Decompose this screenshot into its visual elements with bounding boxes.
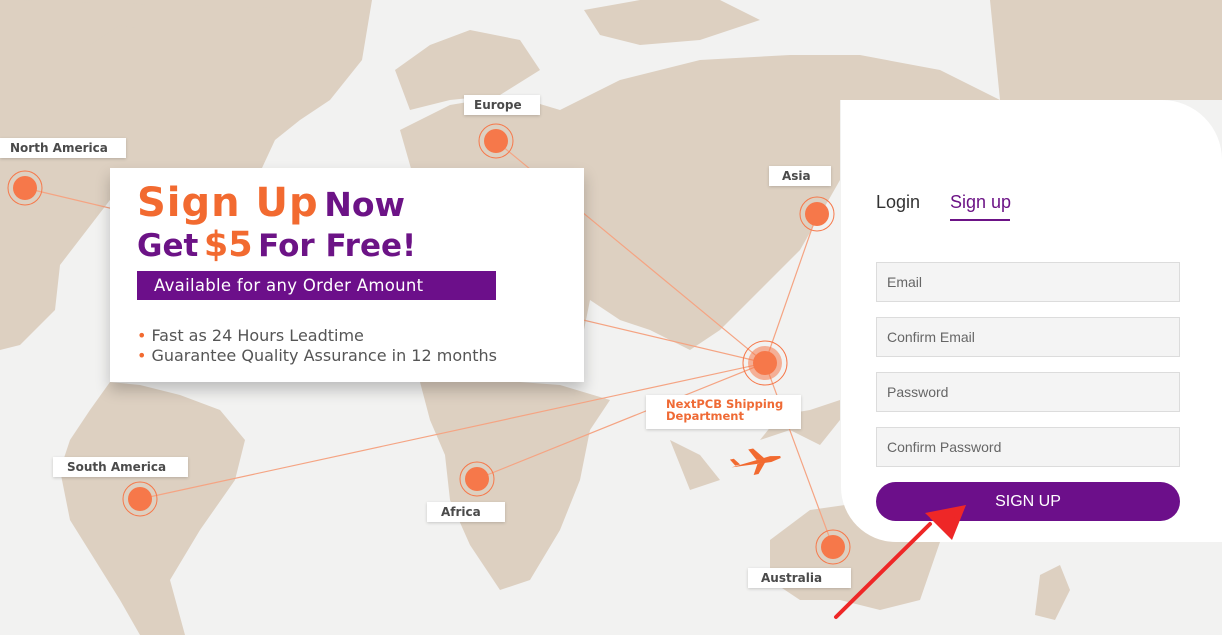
confirm-password-field[interactable] [876,427,1180,467]
promo-subheadline: Get $5 For Free! [137,225,416,265]
label-south-america: South America [53,457,188,477]
hub-label-line2: Department [666,409,744,423]
promo-bullet: • Guarantee Quality Assurance in 12 month… [137,346,497,366]
marker-hub [742,340,788,386]
promo-card: Sign Up Now Get $5 For Free! Available f… [110,168,584,382]
promo-get: Get [137,228,199,264]
tab-login[interactable]: Login [876,192,920,213]
password-field[interactable] [876,372,1180,412]
label-africa: Africa [427,502,505,522]
promo-bullet: • Fast as 24 Hours Leadtime [137,326,497,346]
auth-panel: Login Sign up SIGN UP [841,100,1222,542]
marker-europe [478,123,514,159]
hub-label: NextPCB Shipping Department [646,395,801,429]
tab-signup[interactable]: Sign up [950,192,1011,213]
promo-sign-up: Sign Up [137,180,319,226]
promo-bullet-text: Fast as 24 Hours Leadtime [151,326,364,345]
email-field[interactable] [876,262,1180,302]
promo-banner: Available for any Order Amount [137,271,496,300]
marker-asia [799,196,835,232]
label-asia: Asia [769,166,831,186]
promo-bullets: • Fast as 24 Hours Leadtime • Guarantee Qu… [137,326,497,366]
marker-africa [459,461,495,497]
confirm-email-field[interactable] [876,317,1180,357]
bullet-dot-icon: • [137,326,147,345]
airplane-icon [729,448,781,475]
active-tab-indicator [950,219,1010,221]
promo-for-free: For Free! [258,228,417,264]
promo-now: Now [324,185,406,224]
marker-australia [815,529,851,565]
marker-south-america [122,481,158,517]
bullet-dot-icon: • [137,346,147,365]
promo-bullet-text: Guarantee Quality Assurance in 12 months [151,346,497,365]
promo-amount: $5 [203,225,253,265]
label-north-america: North America [0,138,126,158]
promo-headline: Sign Up Now [137,180,405,226]
label-australia: Australia [748,568,851,588]
sign-up-button[interactable]: SIGN UP [876,482,1180,521]
label-europe: Europe [464,95,540,115]
marker-north-america [7,170,43,206]
